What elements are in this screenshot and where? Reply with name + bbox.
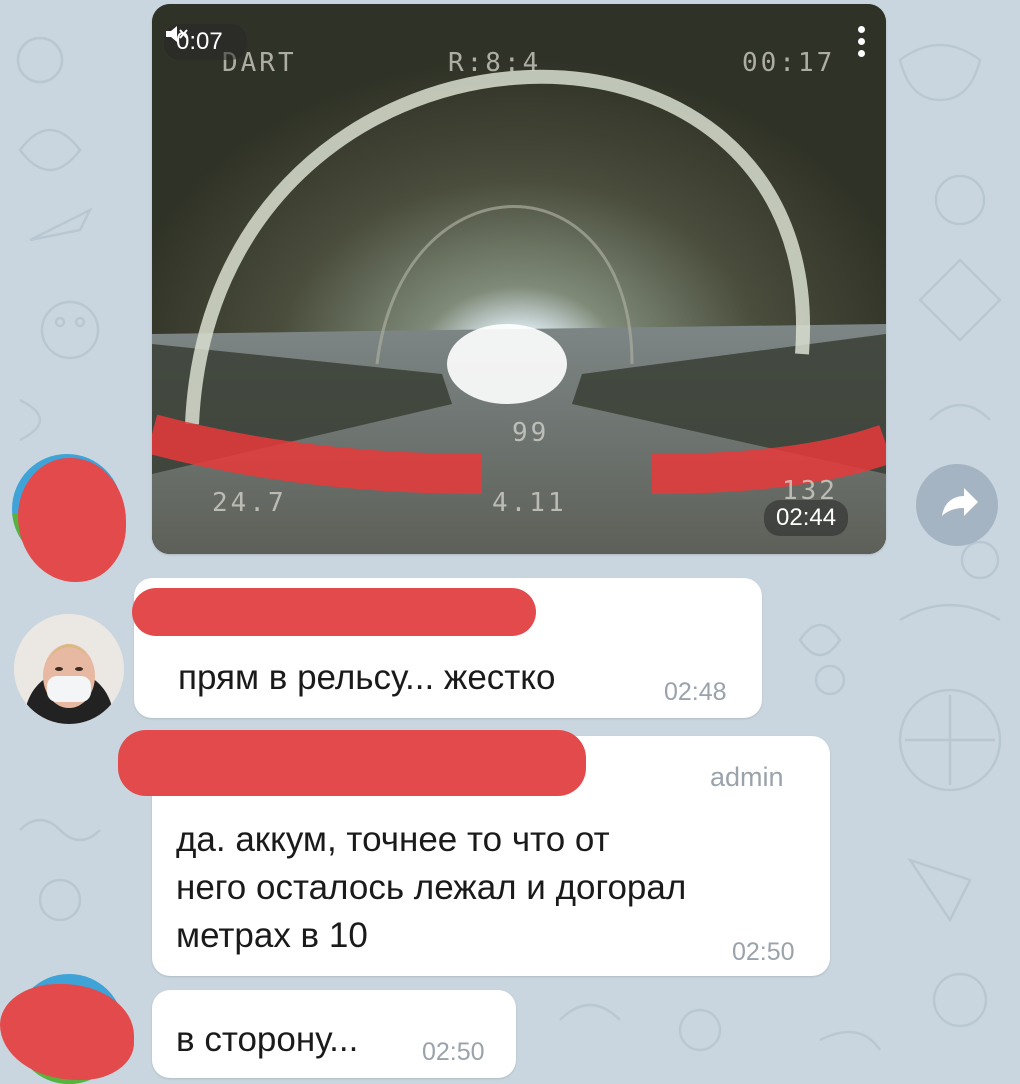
message-text: в сторону...	[176, 1020, 359, 1059]
message-text: прям в рельсу... жестко	[178, 658, 556, 697]
redaction-mark	[132, 588, 536, 636]
message-text-line: да. аккум, точнее то что от	[176, 820, 610, 859]
osd-flight-timer: 00:17	[742, 48, 836, 78]
video-sent-time: 02:44	[764, 500, 849, 536]
video-frame	[152, 4, 886, 554]
message-time: 02:50	[732, 938, 795, 966]
message-time: 02:50	[422, 1038, 485, 1066]
osd-battery-voltage: 24.7	[212, 488, 287, 518]
share-button[interactable]	[916, 464, 998, 546]
osd-mode: R:8:4	[448, 48, 542, 78]
osd-cell-voltage: 4.11	[492, 488, 567, 518]
video-message[interactable]: DART R:8:4 00:17 99 24.7 4.11 132 0:07 0…	[152, 4, 886, 554]
redaction-mark	[118, 730, 586, 796]
admin-badge: admin	[710, 762, 784, 792]
message-text-line: него осталось лежал и догорал	[176, 868, 687, 907]
message-time: 02:48	[664, 678, 727, 706]
message-bubble[interactable]: в сторону... 02:50	[152, 990, 516, 1078]
video-elapsed-pill[interactable]: 0:07	[164, 24, 248, 60]
message-text-line: метрах в 10	[176, 916, 368, 955]
share-arrow-icon	[942, 488, 978, 516]
user-photo	[14, 614, 124, 724]
video-menu-icon[interactable]	[858, 26, 866, 62]
avatar[interactable]	[14, 614, 124, 724]
osd-altitude: 99	[512, 418, 550, 448]
